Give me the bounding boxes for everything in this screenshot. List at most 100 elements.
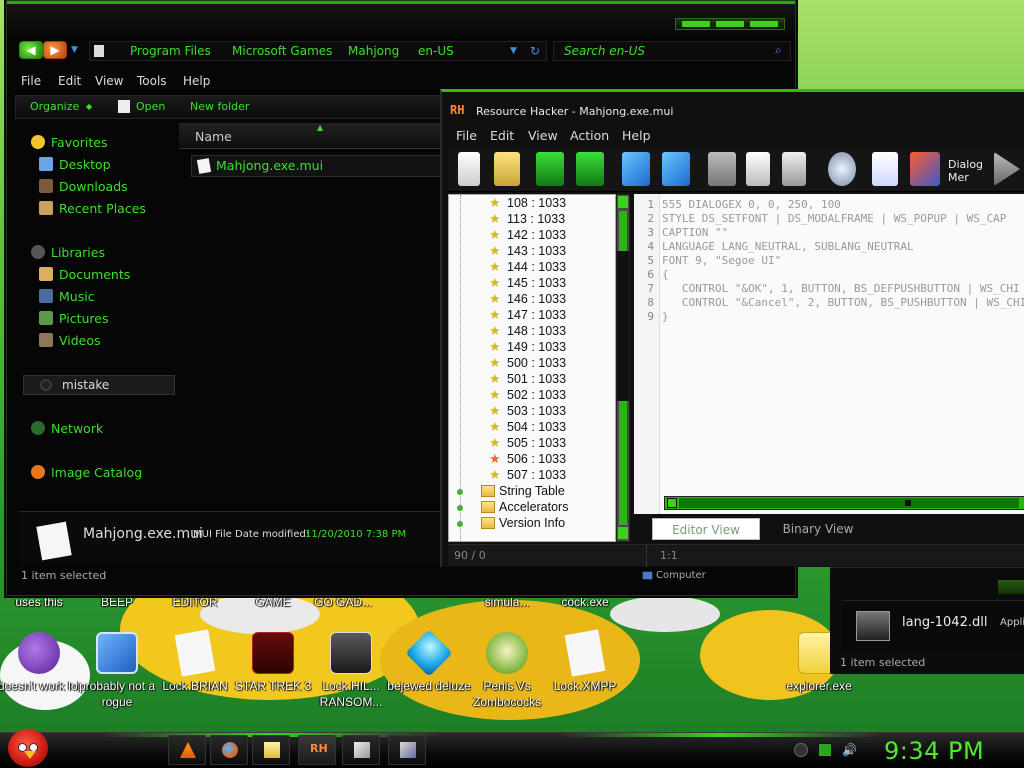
tree-item[interactable]: ★ 148 : 1033 xyxy=(489,324,566,338)
tree-item[interactable]: ★ 149 : 1033 xyxy=(489,340,566,354)
scroll-left-button[interactable] xyxy=(667,498,677,508)
editor-hscrollbar[interactable] xyxy=(664,496,1024,510)
desktop-label[interactable]: GO GAD... xyxy=(298,594,388,610)
title-bar[interactable]: RH Resource Hacker - Mahjong.exe.mui xyxy=(442,102,1024,122)
menu-help[interactable]: Help xyxy=(622,128,651,143)
volume-icon[interactable]: 🔊 xyxy=(842,743,857,757)
window-controls[interactable] xyxy=(998,580,1024,594)
tree-item[interactable]: ★ 501 : 1033 xyxy=(489,372,566,386)
search-input[interactable]: Search en-US xyxy=(553,41,791,61)
refresh-icon[interactable]: ↻ xyxy=(530,42,540,60)
scroll-down-button[interactable] xyxy=(618,527,628,539)
desktop-icon-pvz[interactable]: Penis Vs Zombococks xyxy=(462,628,552,724)
nav-libraries[interactable]: Libraries xyxy=(31,245,105,260)
menu-edit[interactable]: Edit xyxy=(490,128,514,143)
open-button[interactable]: Open xyxy=(136,100,165,113)
maximize-button[interactable] xyxy=(716,21,744,27)
show-hidden-icons-icon[interactable] xyxy=(794,743,808,757)
breadcrumb[interactable]: Program Files Microsoft Games Mahjong en… xyxy=(89,41,547,61)
save-as-icon[interactable] xyxy=(576,152,604,186)
tree-item[interactable]: ★ 113 : 1033 xyxy=(489,212,565,226)
desktop-icon-rogue[interactable]: probably not a rogue xyxy=(72,628,162,724)
breadcrumb-item[interactable]: Program Files xyxy=(130,42,211,60)
chevron-down-icon[interactable]: ▼ xyxy=(510,42,517,60)
nav-recent[interactable]: Recent Places xyxy=(39,201,146,216)
scroll-up-button[interactable] xyxy=(618,196,628,208)
taskbar-vlc[interactable] xyxy=(168,735,206,765)
tree-item[interactable]: ★ 146 : 1033 xyxy=(489,292,566,306)
tree-item[interactable]: ★ 147 : 1033 xyxy=(489,308,566,322)
nav-image-catalog[interactable]: Image Catalog xyxy=(31,465,142,480)
desktop-label[interactable]: cock.exe xyxy=(540,594,630,610)
nav-videos[interactable]: Videos xyxy=(39,333,101,348)
tree-item[interactable]: ★ 143 : 1033 xyxy=(489,244,566,258)
paste-icon[interactable] xyxy=(782,152,806,186)
menu-view[interactable]: View xyxy=(95,74,123,88)
scroll-thumb[interactable] xyxy=(617,251,629,401)
nav-music[interactable]: Music xyxy=(39,289,95,304)
menu-file[interactable]: File xyxy=(456,128,477,143)
copy-icon[interactable] xyxy=(746,152,770,186)
menu-file[interactable]: File xyxy=(21,74,41,88)
organize-button[interactable]: Organize xyxy=(30,100,79,113)
open-file-icon[interactable] xyxy=(494,152,520,186)
window-controls[interactable] xyxy=(675,18,785,30)
dialog-merge-button[interactable]: Dialog Mer xyxy=(948,158,982,184)
tab-editor-view[interactable]: Editor View xyxy=(652,518,760,540)
menu-help[interactable]: Help xyxy=(183,74,210,88)
taskbar-tool[interactable] xyxy=(388,735,426,765)
nav-network[interactable]: Network xyxy=(31,421,103,436)
nav-homegroup[interactable]: mistake xyxy=(23,375,175,395)
taskbar-app[interactable] xyxy=(342,735,380,765)
start-button[interactable] xyxy=(8,729,48,767)
nav-favorites[interactable]: Favorites xyxy=(31,135,107,150)
tree-item[interactable]: ★ 108 : 1033 xyxy=(489,196,566,210)
tab-binary-view[interactable]: Binary View xyxy=(764,518,872,540)
desktop-icon-star-trek[interactable]: STAR TREK 3 xyxy=(228,628,318,724)
column-header-name[interactable]: Name ▲ xyxy=(179,123,447,149)
script-editor[interactable]: 1 2 3 4 5 6 7 8 9 555 DIALOGEX 0, 0, 250… xyxy=(634,194,1024,514)
tree-expander-icon[interactable] xyxy=(457,489,463,495)
nav-desktop[interactable]: Desktop xyxy=(39,157,111,172)
back-button[interactable]: ◀ xyxy=(19,41,43,59)
menu-view[interactable]: View xyxy=(528,128,558,143)
tree-folder[interactable]: Version Info xyxy=(481,516,565,530)
tree-item[interactable]: ★ 505 : 1033 xyxy=(489,436,566,450)
resource-hacker-window[interactable]: RH Resource Hacker - Mahjong.exe.mui Fil… xyxy=(440,89,1024,567)
tree-item[interactable]: ★ 142 : 1033 xyxy=(489,228,566,242)
menu-action[interactable]: Action xyxy=(570,128,609,143)
tree-item[interactable]: ★ 502 : 1033 xyxy=(489,388,566,402)
add-resource-icon[interactable] xyxy=(872,152,898,186)
menu-edit[interactable]: Edit xyxy=(58,74,81,88)
taskbar-resource-hacker[interactable]: RH xyxy=(298,735,336,765)
desktop-label[interactable]: BEEP xyxy=(72,594,162,610)
taskbar-firefox[interactable] xyxy=(210,735,248,765)
taskbar-explorer[interactable] xyxy=(252,735,290,765)
tree-item[interactable]: ★ 144 : 1033 xyxy=(489,260,566,274)
desktop-icon-lock-xmpp[interactable]: Lock.XMPP xyxy=(540,628,630,724)
tree-folder[interactable]: String Table xyxy=(481,484,565,498)
file-row[interactable]: Mahjong.exe.mui xyxy=(191,155,447,177)
run-script-icon[interactable] xyxy=(994,152,1020,186)
tree-item[interactable]: ★ 507 : 1033 xyxy=(489,468,566,482)
tree-scrollbar[interactable] xyxy=(616,194,630,542)
search-icon[interactable]: ⌕ xyxy=(775,43,782,58)
search-icon[interactable] xyxy=(828,152,856,186)
save-icon[interactable] xyxy=(536,152,564,186)
cut-icon[interactable] xyxy=(708,152,736,186)
tree-folder[interactable]: Accelerators xyxy=(481,500,568,514)
forward-button[interactable]: ▶ xyxy=(43,41,67,59)
clock[interactable]: 9:34 PM xyxy=(884,737,984,765)
explorer-window-lang[interactable]: lang-1042.dll Applica 1 item selected xyxy=(830,566,1024,674)
export-arrow-icon[interactable] xyxy=(662,152,690,186)
nav-documents[interactable]: Documents xyxy=(39,267,130,282)
tree-item-selected[interactable]: ★ 506 : 1033 xyxy=(489,452,566,466)
tree-item[interactable]: ★ 500 : 1033 xyxy=(489,356,566,370)
desktop-icon-lock-hil[interactable]: Lock.HIL... RANSOM... xyxy=(306,628,396,724)
desktop-icon-bejeweled[interactable]: bejewed deluze xyxy=(384,628,474,724)
menu-tools[interactable]: Tools xyxy=(137,74,167,88)
desktop-icon-lock-brian[interactable]: Lock.BRIAN xyxy=(150,628,240,724)
close-button[interactable] xyxy=(750,21,778,27)
tree-expander-icon[interactable] xyxy=(457,505,463,511)
desktop-label[interactable]: simula... xyxy=(462,594,552,610)
